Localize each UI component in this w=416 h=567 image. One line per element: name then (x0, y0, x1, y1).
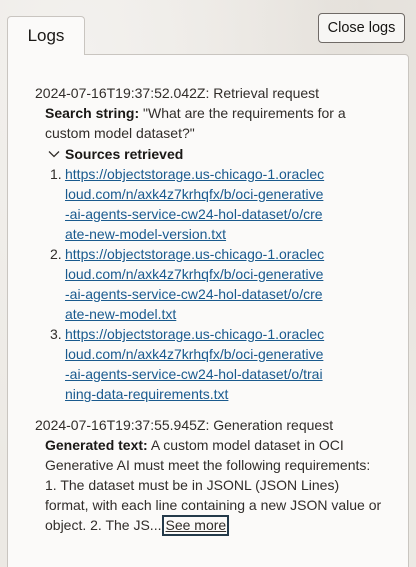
list-item: 3. https://objectstorage.us-chicago-1.or… (45, 324, 385, 404)
generated-text: Generated text: A custom model dataset i… (45, 435, 385, 536)
list-item-number: 2. (50, 246, 62, 262)
close-logs-button[interactable]: Close logs (318, 13, 405, 43)
sources-list: 1. https://objectstorage.us-chicago-1.or… (45, 164, 385, 404)
search-string: Search string: "What are the requirement… (45, 103, 385, 143)
tab-logs[interactable]: Logs (7, 16, 85, 55)
tab-logs-label: Logs (27, 26, 65, 45)
sources-retrieved-label: Sources retrieved (65, 146, 184, 162)
generated-text-label: Generated text: (45, 437, 148, 453)
see-more-link[interactable]: See more (162, 515, 230, 536)
log-entry-retrieval: 2024-07-16T19:37:52.042Z: Retrieval requ… (35, 83, 385, 404)
log-entry-header: 2024-07-16T19:37:55.945Z: Generation req… (35, 417, 334, 433)
list-item: 2. https://objectstorage.us-chicago-1.or… (45, 244, 385, 324)
source-link[interactable]: https://objectstorage.us-chicago-1.oracl… (65, 324, 327, 404)
source-link[interactable]: https://objectstorage.us-chicago-1.oracl… (65, 244, 327, 324)
chevron-down-icon (48, 151, 60, 158)
source-link[interactable]: https://objectstorage.us-chicago-1.oracl… (65, 164, 327, 244)
log-entries: 2024-07-16T19:37:52.042Z: Retrieval requ… (35, 83, 385, 536)
search-string-label: Search string: (45, 105, 140, 121)
log-entry-generation: 2024-07-16T19:37:55.945Z: Generation req… (35, 415, 385, 536)
sources-retrieved-toggle[interactable]: Sources retrieved (47, 144, 385, 164)
log-entry-header: 2024-07-16T19:37:52.042Z: Retrieval requ… (35, 85, 320, 101)
list-item-number: 1. (50, 166, 62, 182)
list-item: 1. https://objectstorage.us-chicago-1.or… (45, 164, 385, 244)
list-item-number: 3. (50, 326, 62, 342)
